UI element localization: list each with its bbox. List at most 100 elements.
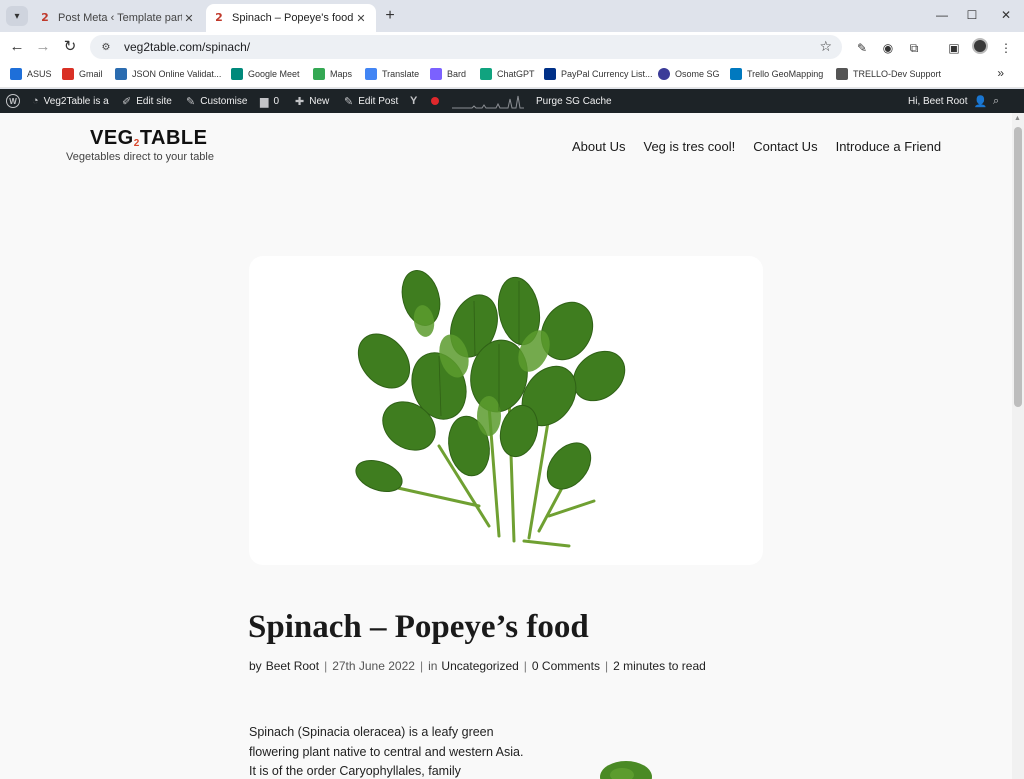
bookmark-trello-dev[interactable]: TRELLO-Dev Support xyxy=(836,68,941,80)
nav-about-us[interactable]: About Us xyxy=(572,139,625,154)
bookmark-paypal[interactable]: PayPal Currency List... xyxy=(544,68,653,80)
side-panel-icon[interactable]: ▣ xyxy=(946,40,962,56)
bookmark-label: Google Meet xyxy=(248,69,300,79)
admin-edit-post[interactable]: ✎ Edit Post xyxy=(344,89,398,113)
nav-veg-is-tres-cool[interactable]: Veg is tres cool! xyxy=(643,139,735,154)
yoast-seo-menu[interactable]: Y xyxy=(410,89,422,113)
admin-comments[interactable]: ▆ 0 xyxy=(260,89,279,113)
dashboard-icon: ◔ xyxy=(32,95,39,107)
admin-account-menu[interactable]: Hi, Beet Root 👤 xyxy=(908,89,987,113)
site-logo[interactable]: VEG2TABLE xyxy=(90,127,208,150)
bookmark-label: ChatGPT xyxy=(497,69,535,79)
trello-icon xyxy=(730,68,742,80)
admin-search[interactable]: ⌕ xyxy=(993,89,1004,113)
bookmark-trello-geomapping[interactable]: Trello GeoMapping xyxy=(730,68,823,80)
chatgpt-icon xyxy=(480,68,492,80)
search-icon: ⌕ xyxy=(993,94,1000,107)
bookmark-gmail[interactable]: Gmail xyxy=(62,68,103,80)
forward-arrow-icon[interactable]: → xyxy=(34,38,52,56)
window-close-icon[interactable]: ✕ xyxy=(998,8,1014,22)
bookmark-maps[interactable]: Maps xyxy=(313,68,352,80)
meta-separator: | xyxy=(523,659,527,673)
meta-separator: | xyxy=(324,659,328,673)
red-status-dot-icon xyxy=(431,97,439,105)
admin-site-name[interactable]: ◔ Veg2Table is a xyxy=(32,89,109,113)
address-bar[interactable]: ⚙ veg2table.com/spinach/ ☆ xyxy=(90,35,842,59)
admin-purge-cache[interactable]: Purge SG Cache xyxy=(536,89,612,113)
comments-count: 0 xyxy=(273,95,280,107)
post-title: Spinach – Popeye’s food xyxy=(248,609,589,645)
wp-admin-bar: W ◔ Veg2Table is a ✐ Edit site ✎ Customi… xyxy=(0,89,1024,113)
meta-author-link[interactable]: Beet Root xyxy=(266,659,319,673)
meta-in-label: in xyxy=(428,659,438,673)
site-favicon-icon: 2 xyxy=(215,11,223,24)
extensions-puzzle-icon[interactable]: ⧉ xyxy=(906,40,922,56)
bookmark-osome[interactable]: Osome SG xyxy=(658,68,720,80)
scroll-thumb[interactable] xyxy=(1014,127,1022,407)
spinach-bunch-image xyxy=(355,270,626,548)
maximize-icon[interactable]: ☐ xyxy=(964,8,980,22)
wp-logo-menu[interactable]: W xyxy=(6,89,20,113)
new-tab-button[interactable]: + xyxy=(381,7,399,25)
bookmark-star-icon[interactable]: ☆ xyxy=(819,38,832,55)
tab-title: Post Meta ‹ Template part ‹ Veg xyxy=(58,12,182,24)
tab-close-icon[interactable]: ✕ xyxy=(182,12,196,25)
tab-close-icon[interactable]: ✕ xyxy=(354,12,368,25)
user-icon: 👤 xyxy=(973,95,988,108)
osome-icon xyxy=(658,68,670,80)
admin-customise[interactable]: ✎ Customise xyxy=(186,89,247,113)
minimize-icon[interactable]: — xyxy=(934,8,950,22)
tab-title: Spinach – Popeye's food | Veg2 xyxy=(232,12,354,24)
brush-icon: ✐ xyxy=(122,95,132,108)
featured-image xyxy=(249,256,763,565)
meta-comments-link[interactable]: 0 Comments xyxy=(532,659,600,673)
meta-category-link[interactable]: Uncategorized xyxy=(441,659,518,673)
site-info-icon[interactable]: ⚙ xyxy=(98,42,114,53)
bookmark-label: Trello GeoMapping xyxy=(747,69,824,79)
purge-cache-label: Purge SG Cache xyxy=(536,95,612,107)
meta-date: 27th June 2022 xyxy=(332,659,415,673)
new-label: New xyxy=(309,95,330,107)
bookmark-asus[interactable]: ASUS xyxy=(10,68,52,80)
nav-introduce-a-friend[interactable]: Introduce a Friend xyxy=(836,139,942,154)
site-tagline: Vegetables direct to your table xyxy=(66,151,214,163)
bookmark-google-meet[interactable]: Google Meet xyxy=(231,68,300,80)
scroll-up-arrow-icon[interactable]: ▲ xyxy=(1014,115,1021,122)
profile-avatar[interactable] xyxy=(972,38,988,54)
bookmark-label: Translate xyxy=(382,69,420,79)
pencil-icon: ✎ xyxy=(344,95,354,108)
bookmark-chatgpt[interactable]: ChatGPT xyxy=(480,68,535,80)
gmail-icon xyxy=(62,68,74,80)
meta-separator: | xyxy=(419,659,424,673)
browser-menu-icon[interactable]: ⋮ xyxy=(998,40,1014,56)
bookmark-label: Osome SG xyxy=(675,69,720,79)
logo-text-table: TABLE xyxy=(139,127,208,149)
document-icon xyxy=(836,68,848,80)
nav-contact-us[interactable]: Contact Us xyxy=(753,139,817,154)
back-arrow-icon[interactable]: ← xyxy=(8,38,26,56)
bookmarks-overflow-icon[interactable]: » xyxy=(997,66,1004,80)
browser-tab-post-meta[interactable]: 2 Post Meta ‹ Template part ‹ Veg ✕ xyxy=(32,4,204,32)
bookmark-bard[interactable]: Bard xyxy=(430,68,466,80)
meta-read-time: 2 minutes to read xyxy=(613,659,706,673)
wordpress-icon: W xyxy=(6,94,20,108)
paypal-icon xyxy=(544,68,556,80)
reload-icon[interactable]: ↻ xyxy=(61,38,79,56)
customise-label: Customise xyxy=(200,95,248,107)
page-scrollbar[interactable]: ▲ xyxy=(1012,113,1024,779)
bookmark-json-validator[interactable]: JSON Online Validat... xyxy=(115,68,221,80)
bookmark-label: Gmail xyxy=(79,69,103,79)
admin-edit-site[interactable]: ✐ Edit site xyxy=(122,89,172,113)
bookmark-label: JSON Online Validat... xyxy=(132,69,222,79)
asus-icon xyxy=(10,68,22,80)
tab-search-button[interactable]: ▾ xyxy=(6,6,28,26)
bookmark-label: TRELLO-Dev Support xyxy=(853,69,942,79)
site-favicon-icon: 2 xyxy=(41,11,49,24)
bookmark-translate[interactable]: Translate xyxy=(365,68,419,80)
extension-badge-icon[interactable]: ◉ xyxy=(880,40,896,56)
browser-tab-spinach[interactable]: 2 Spinach – Popeye's food | Veg2 ✕ xyxy=(206,4,376,32)
pen-extension-icon[interactable]: ✎ xyxy=(854,40,870,56)
yoast-icon: Y xyxy=(410,95,418,107)
admin-new[interactable]: ✚ New xyxy=(295,89,329,113)
chevron-down-icon: ▾ xyxy=(14,10,20,22)
